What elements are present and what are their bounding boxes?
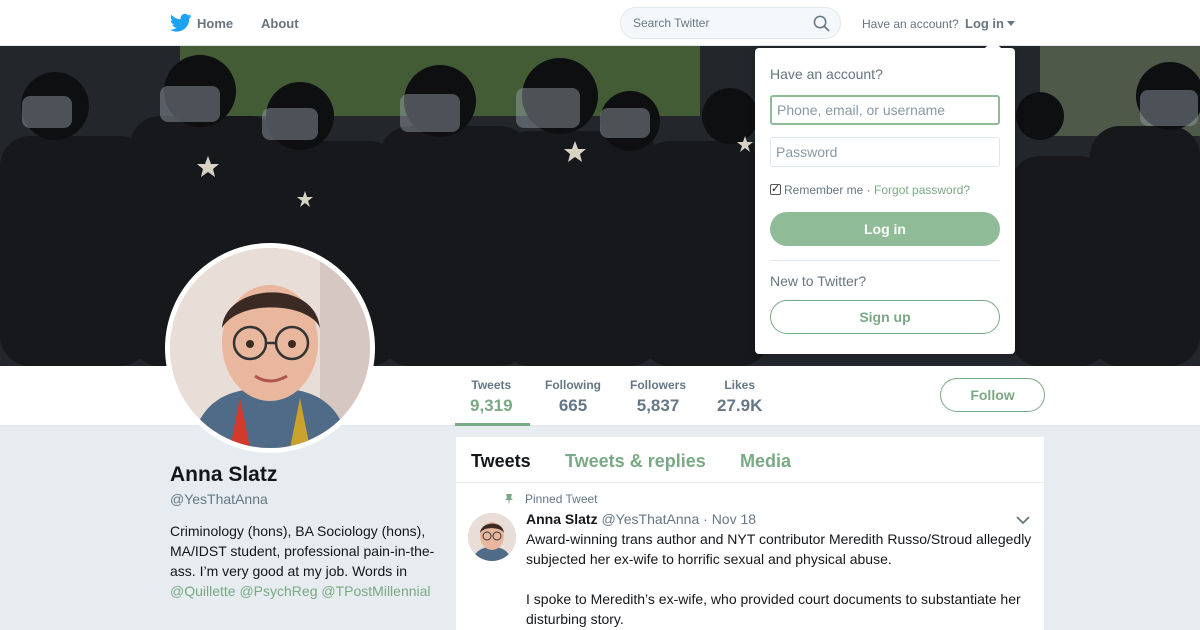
tweet-text: Award-winning trans author and NYT contr… (526, 531, 1032, 627)
stat-tweets[interactable]: Tweets 9,319 (470, 378, 513, 416)
tab-tweets[interactable]: Tweets (471, 451, 531, 472)
stat-value: 27.9K (717, 396, 763, 415)
stat-label: Likes (724, 378, 756, 392)
top-navigation: Home About Search Twitter Have an accoun… (0, 0, 1200, 46)
login-menu-link[interactable]: Log in (965, 16, 1004, 31)
login-button[interactable]: Log in (770, 212, 1000, 246)
username-input[interactable] (770, 95, 1000, 125)
caret-down-icon[interactable] (1007, 21, 1015, 26)
bio-text: Criminology (hons), BA Sociology (hons),… (170, 523, 435, 579)
bio-link-quillette[interactable]: @Quillette (170, 583, 236, 599)
stat-label: Tweets (471, 378, 512, 392)
twitter-bird-icon[interactable] (170, 13, 192, 33)
follow-button[interactable]: Follow (940, 378, 1045, 412)
tweet-header: Anna Slatz @YesThatAnna · Nov 18 (526, 511, 756, 527)
search-input[interactable]: Search Twitter (633, 16, 709, 30)
bio-link-psychreg[interactable]: @PsychReg (239, 583, 317, 599)
avatar-photo (170, 248, 370, 448)
stat-label: Followers (630, 378, 687, 392)
chevron-down-icon[interactable] (1016, 515, 1030, 525)
tweet-avatar[interactable] (468, 513, 516, 561)
forgot-password-link[interactable]: Forgot password? (874, 183, 970, 197)
tweet-author-handle[interactable]: @YesThatAnna (601, 511, 699, 527)
nav-home-link[interactable]: Home (197, 16, 233, 31)
divider (770, 260, 1000, 261)
tweet-author-name[interactable]: Anna Slatz (526, 511, 598, 527)
stat-following[interactable]: Following 665 (545, 378, 601, 416)
stat-value: 5,837 (636, 396, 680, 415)
avatar[interactable] (165, 243, 375, 453)
dropdown-title: Have an account? (770, 66, 883, 82)
tweet-date[interactable]: Nov 18 (712, 511, 756, 527)
timeline-tabs: Tweets Tweets & replies Media (456, 437, 1044, 483)
have-account-text: Have an account? (862, 17, 959, 31)
new-to-twitter-text: New to Twitter? (770, 273, 867, 289)
profile-bio: Criminology (hons), BA Sociology (hons),… (170, 521, 435, 601)
stat-likes[interactable]: Likes 27.9K (717, 378, 762, 416)
signup-button[interactable]: Sign up (770, 300, 1000, 334)
nav-about-link[interactable]: About (261, 16, 299, 31)
tab-tweets-replies[interactable]: Tweets & replies (565, 451, 706, 472)
remember-me-row: Remember me · Forgot password? (770, 182, 970, 197)
bio-link-tpostmillennial[interactable]: @TPostMillennial (321, 583, 430, 599)
password-input[interactable] (770, 137, 1000, 167)
pin-icon (505, 494, 513, 505)
stat-value: 9,319 (470, 396, 513, 415)
remember-me-label[interactable]: Remember me (784, 183, 863, 197)
search-icon[interactable] (813, 15, 830, 32)
stat-value: 665 (558, 396, 588, 415)
checkbox-icon[interactable] (770, 182, 781, 195)
profile-name[interactable]: Anna Slatz (170, 463, 277, 487)
timeline: Tweets Tweets & replies Media Pinned Twe… (456, 437, 1044, 630)
search-box[interactable]: Search Twitter (620, 7, 841, 39)
pinned-tweet-label: Pinned Tweet (525, 492, 598, 506)
stat-followers[interactable]: Followers 5,837 (630, 378, 686, 416)
profile-handle[interactable]: @YesThatAnna (170, 491, 268, 507)
stat-label: Following (545, 378, 601, 392)
separator-dot: · (863, 183, 875, 197)
tweet-date-separator: · (703, 511, 712, 527)
active-stat-underline (455, 423, 530, 426)
tab-media[interactable]: Media (740, 451, 791, 472)
login-dropdown: Have an account? Remember me · Forgot pa… (755, 40, 1015, 354)
